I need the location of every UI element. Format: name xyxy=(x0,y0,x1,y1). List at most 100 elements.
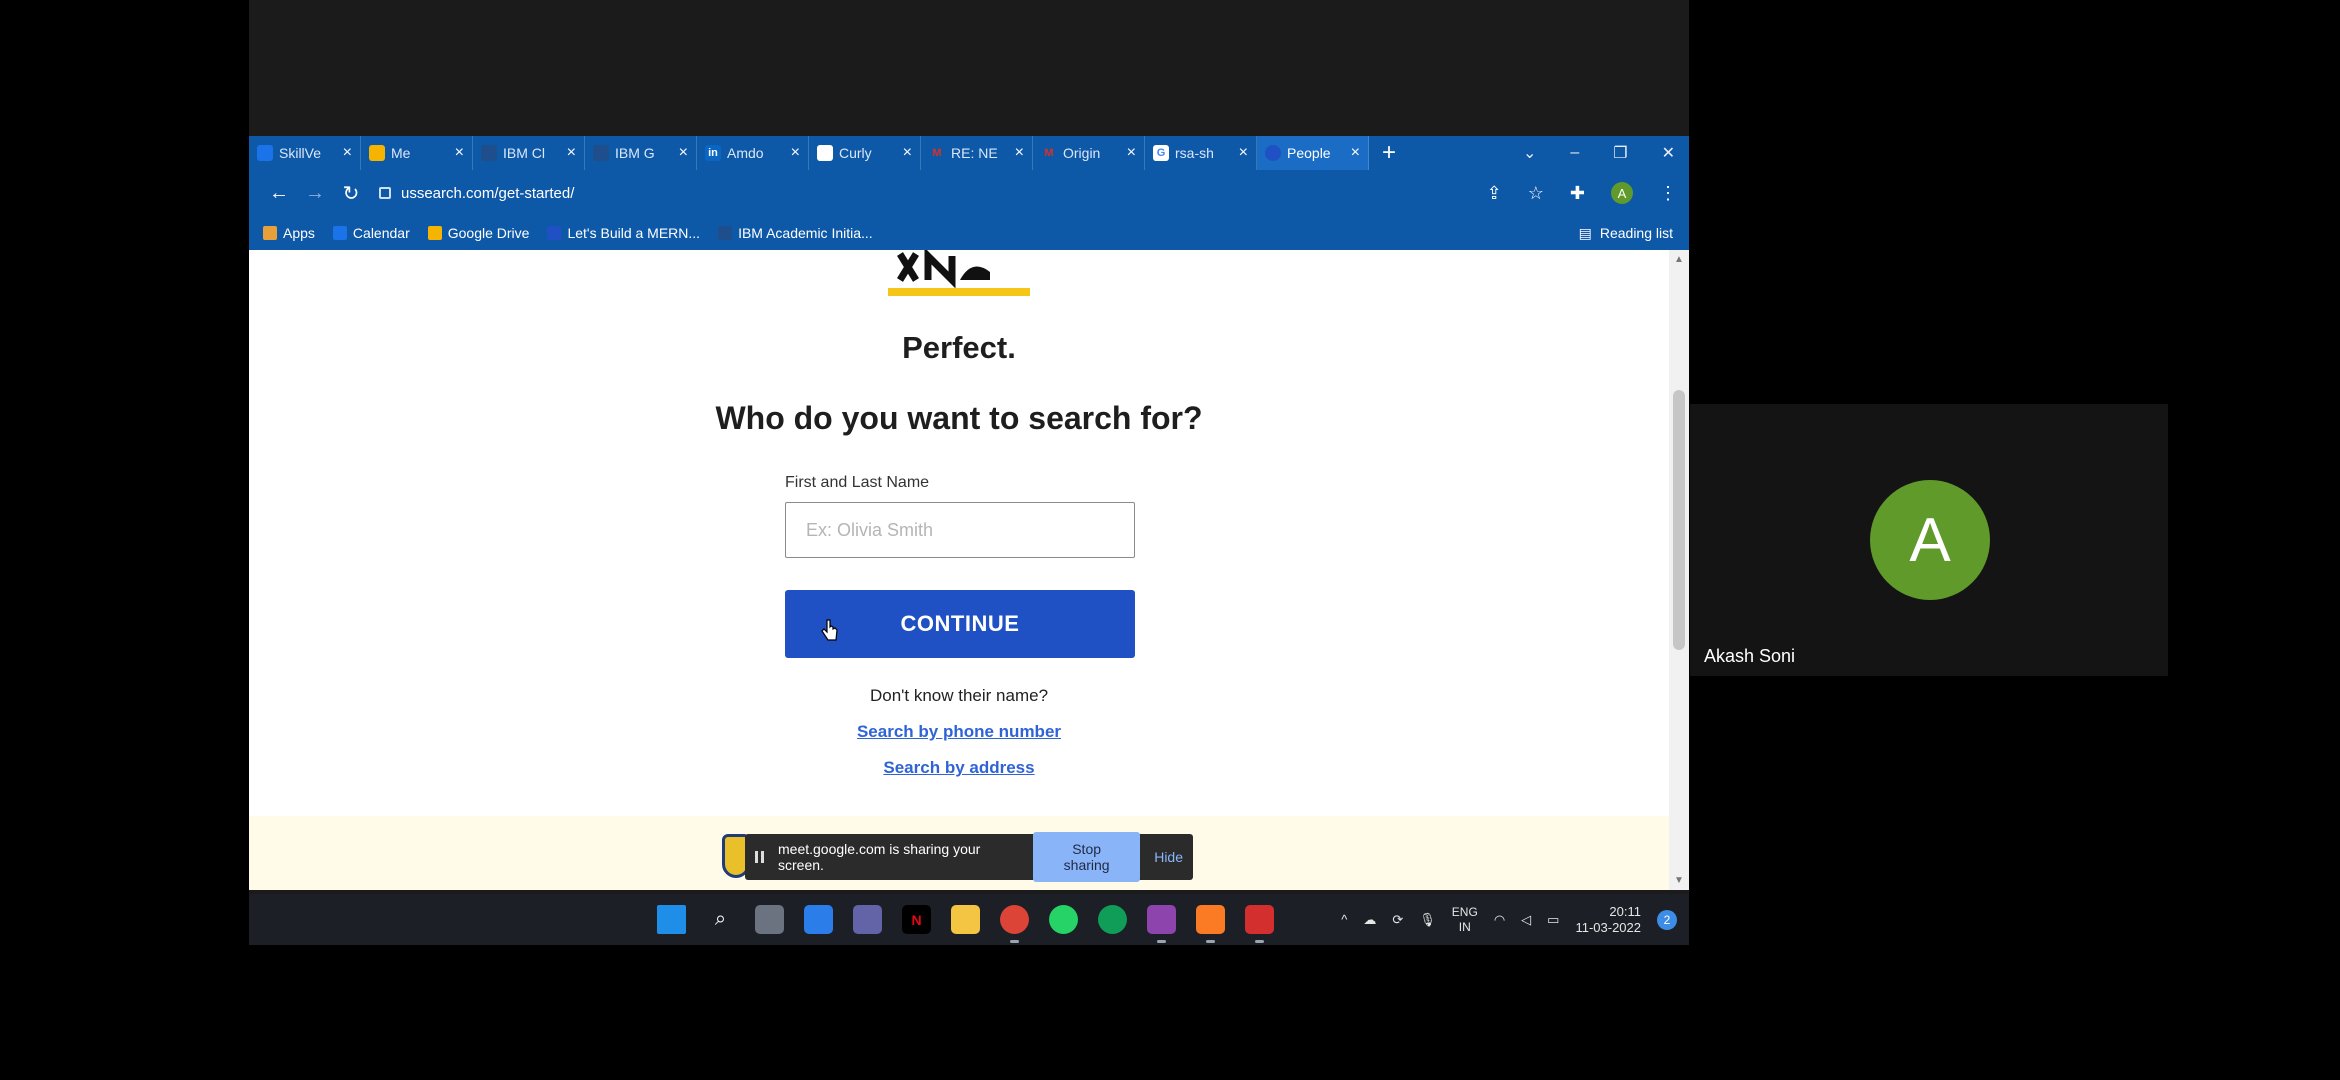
browser-toolbar: ← → ↻ ussearch.com/get-started/ ⇪ ☆ ✚ A … xyxy=(249,170,1689,216)
close-icon[interactable]: × xyxy=(567,144,576,162)
participant-name: Akash Soni xyxy=(1704,646,1796,666)
tab-ibm-g[interactable]: IBM G × xyxy=(585,136,697,170)
clock[interactable]: 20:11 11-03-2022 xyxy=(1575,904,1641,936)
onedrive-icon[interactable]: ☁ xyxy=(1363,912,1376,928)
sync-icon[interactable]: ⟳ xyxy=(1392,912,1403,928)
tab-amdocs[interactable]: in Amdo × xyxy=(697,136,809,170)
tab-meet[interactable]: Me × xyxy=(361,136,473,170)
close-icon[interactable]: × xyxy=(455,144,464,162)
linkedin-icon: in xyxy=(705,145,721,161)
name-field-label: First and Last Name xyxy=(785,474,930,491)
search-by-phone-link[interactable]: Search by phone number xyxy=(249,722,1669,742)
restore-icon[interactable]: ❐ xyxy=(1613,143,1627,163)
stop-sharing-button[interactable]: Stop sharing xyxy=(1033,832,1141,882)
task-view-icon[interactable] xyxy=(755,905,784,934)
chrome-profile-icon[interactable] xyxy=(1098,905,1127,934)
widgets-icon[interactable] xyxy=(804,905,833,934)
close-icon[interactable]: × xyxy=(343,144,352,162)
close-icon[interactable]: × xyxy=(1239,144,1248,162)
name-input[interactable] xyxy=(785,502,1135,558)
windows-start-icon[interactable] xyxy=(657,905,686,934)
tab-people-active[interactable]: People × xyxy=(1257,136,1369,170)
notification-badge[interactable]: 2 xyxy=(1657,909,1677,930)
calendar-icon xyxy=(332,226,347,240)
scroll-down-icon[interactable]: ▼ xyxy=(1669,875,1689,886)
teams-chat-icon[interactable] xyxy=(853,905,882,934)
wifi-icon[interactable]: ◠ xyxy=(1494,912,1505,928)
pause-icon xyxy=(755,851,764,863)
menu-kebab-icon[interactable]: ⋮ xyxy=(1659,183,1677,204)
tab-favicon-icon xyxy=(593,145,609,161)
back-icon[interactable]: ← xyxy=(261,182,297,205)
file-explorer-icon[interactable] xyxy=(951,905,980,934)
web-page: Perfect. Who do you want to search for? … xyxy=(249,250,1669,890)
reading-list[interactable]: ▤ Reading list xyxy=(1579,225,1673,242)
share-icon[interactable]: ⇪ xyxy=(1487,183,1502,204)
xampp-icon[interactable] xyxy=(1196,905,1225,943)
scroll-up-icon[interactable]: ▲ xyxy=(1669,254,1689,265)
netflix-icon[interactable]: N xyxy=(902,905,931,934)
tab-favicon-icon xyxy=(257,145,273,161)
close-window-icon[interactable]: ✕ xyxy=(1662,143,1675,163)
bookmark-ibm-academic[interactable]: IBM Academic Initia... xyxy=(718,225,873,241)
tab-curly[interactable]: Curly × xyxy=(809,136,921,170)
close-icon[interactable]: × xyxy=(791,144,800,162)
forward-icon[interactable]: → xyxy=(297,182,333,205)
participant-avatar: A xyxy=(1870,480,1990,600)
tab-gmail-origin[interactable]: M Origin × xyxy=(1033,136,1145,170)
bookmark-mern[interactable]: Let's Build a MERN... xyxy=(547,225,700,241)
bookmark-star-icon[interactable]: ☆ xyxy=(1528,183,1544,204)
address-bar[interactable]: ussearch.com/get-started/ xyxy=(379,177,1477,209)
close-icon[interactable]: × xyxy=(1127,144,1136,162)
tab-strip: SkillVe × Me × IBM Cl × IBM G × in Amdo × Curl… xyxy=(249,136,1689,170)
tab-skillvertex[interactable]: SkillVe × xyxy=(249,136,361,170)
share-notice-text: meet.google.com is sharing your screen. xyxy=(778,841,981,873)
page-question: Who do you want to search for? xyxy=(715,400,1203,436)
screen-share-notice: meet.google.com is sharing your screen. … xyxy=(745,832,1193,882)
chrome-icon[interactable] xyxy=(1000,905,1029,943)
lock-icon xyxy=(379,187,391,199)
gmail-icon: M xyxy=(932,147,942,159)
reading-list-icon: ▤ xyxy=(1578,224,1592,241)
bookmark-calendar[interactable]: Calendar xyxy=(332,225,410,241)
hide-notice-button[interactable]: Hide xyxy=(1154,849,1183,865)
bookmark-favicon-icon xyxy=(547,226,562,240)
scroll-thumb[interactable] xyxy=(1673,390,1685,650)
bookmark-apps[interactable]: Apps xyxy=(263,225,315,241)
toolbar-icons: ⇪ ☆ ✚ A ⋮ xyxy=(1487,182,1677,204)
tab-google-rsa[interactable]: Grsa-sh × xyxy=(1145,136,1257,170)
page-heading: Perfect. xyxy=(902,330,1016,365)
windows-taskbar: ⌕ N ^ ☁ ⟳ 🎙 ENG IN ◠ ◁ ▭ 20:11 11-03-202… xyxy=(249,894,1689,945)
tab-favicon-icon xyxy=(817,145,833,161)
minimize-icon[interactable]: – xyxy=(1570,144,1579,162)
bookmark-google-drive[interactable]: Google Drive xyxy=(427,225,529,241)
close-icon[interactable]: × xyxy=(1351,144,1360,162)
acrobat-icon[interactable] xyxy=(1245,905,1274,943)
whatsapp-icon[interactable] xyxy=(1049,905,1078,934)
profile-avatar[interactable]: A xyxy=(1611,182,1633,204)
winrar-icon[interactable] xyxy=(1147,905,1176,943)
tab-favicon-icon xyxy=(481,145,497,161)
bookmarks-bar: Apps Calendar Google Drive Let's Build a… xyxy=(249,216,1689,250)
microphone-icon[interactable]: 🎙 xyxy=(1419,912,1436,928)
reload-icon[interactable]: ↻ xyxy=(333,181,369,206)
search-by-address-link[interactable]: Search by address xyxy=(249,758,1669,778)
tab-ibm-cl[interactable]: IBM Cl × xyxy=(473,136,585,170)
chevron-up-icon[interactable]: ^ xyxy=(1341,912,1347,927)
drive-icon xyxy=(427,226,442,240)
search-icon[interactable]: ⌕ xyxy=(706,905,735,934)
close-icon[interactable]: × xyxy=(679,144,688,162)
tab-search-icon[interactable]: ⌄ xyxy=(1523,143,1536,163)
language-indicator[interactable]: ENG IN xyxy=(1452,905,1478,935)
close-icon[interactable]: × xyxy=(903,144,912,162)
participant-tile[interactable]: A Akash Soni xyxy=(1690,404,2168,676)
volume-icon[interactable]: ◁ xyxy=(1521,912,1531,928)
battery-icon[interactable]: ▭ xyxy=(1547,912,1559,928)
page-scrollbar[interactable]: ▲ ▼ xyxy=(1669,250,1689,890)
tab-gmail-re[interactable]: M RE: NE × xyxy=(921,136,1033,170)
system-tray: ^ ☁ ⟳ 🎙 ENG IN ◠ ◁ ▭ 20:11 11-03-2022 2 xyxy=(1341,894,1677,945)
extensions-icon[interactable]: ✚ xyxy=(1570,183,1585,204)
url-text: ussearch.com/get-started/ xyxy=(401,184,575,202)
close-icon[interactable]: × xyxy=(1015,144,1024,162)
new-tab-button[interactable]: + xyxy=(1369,139,1409,167)
